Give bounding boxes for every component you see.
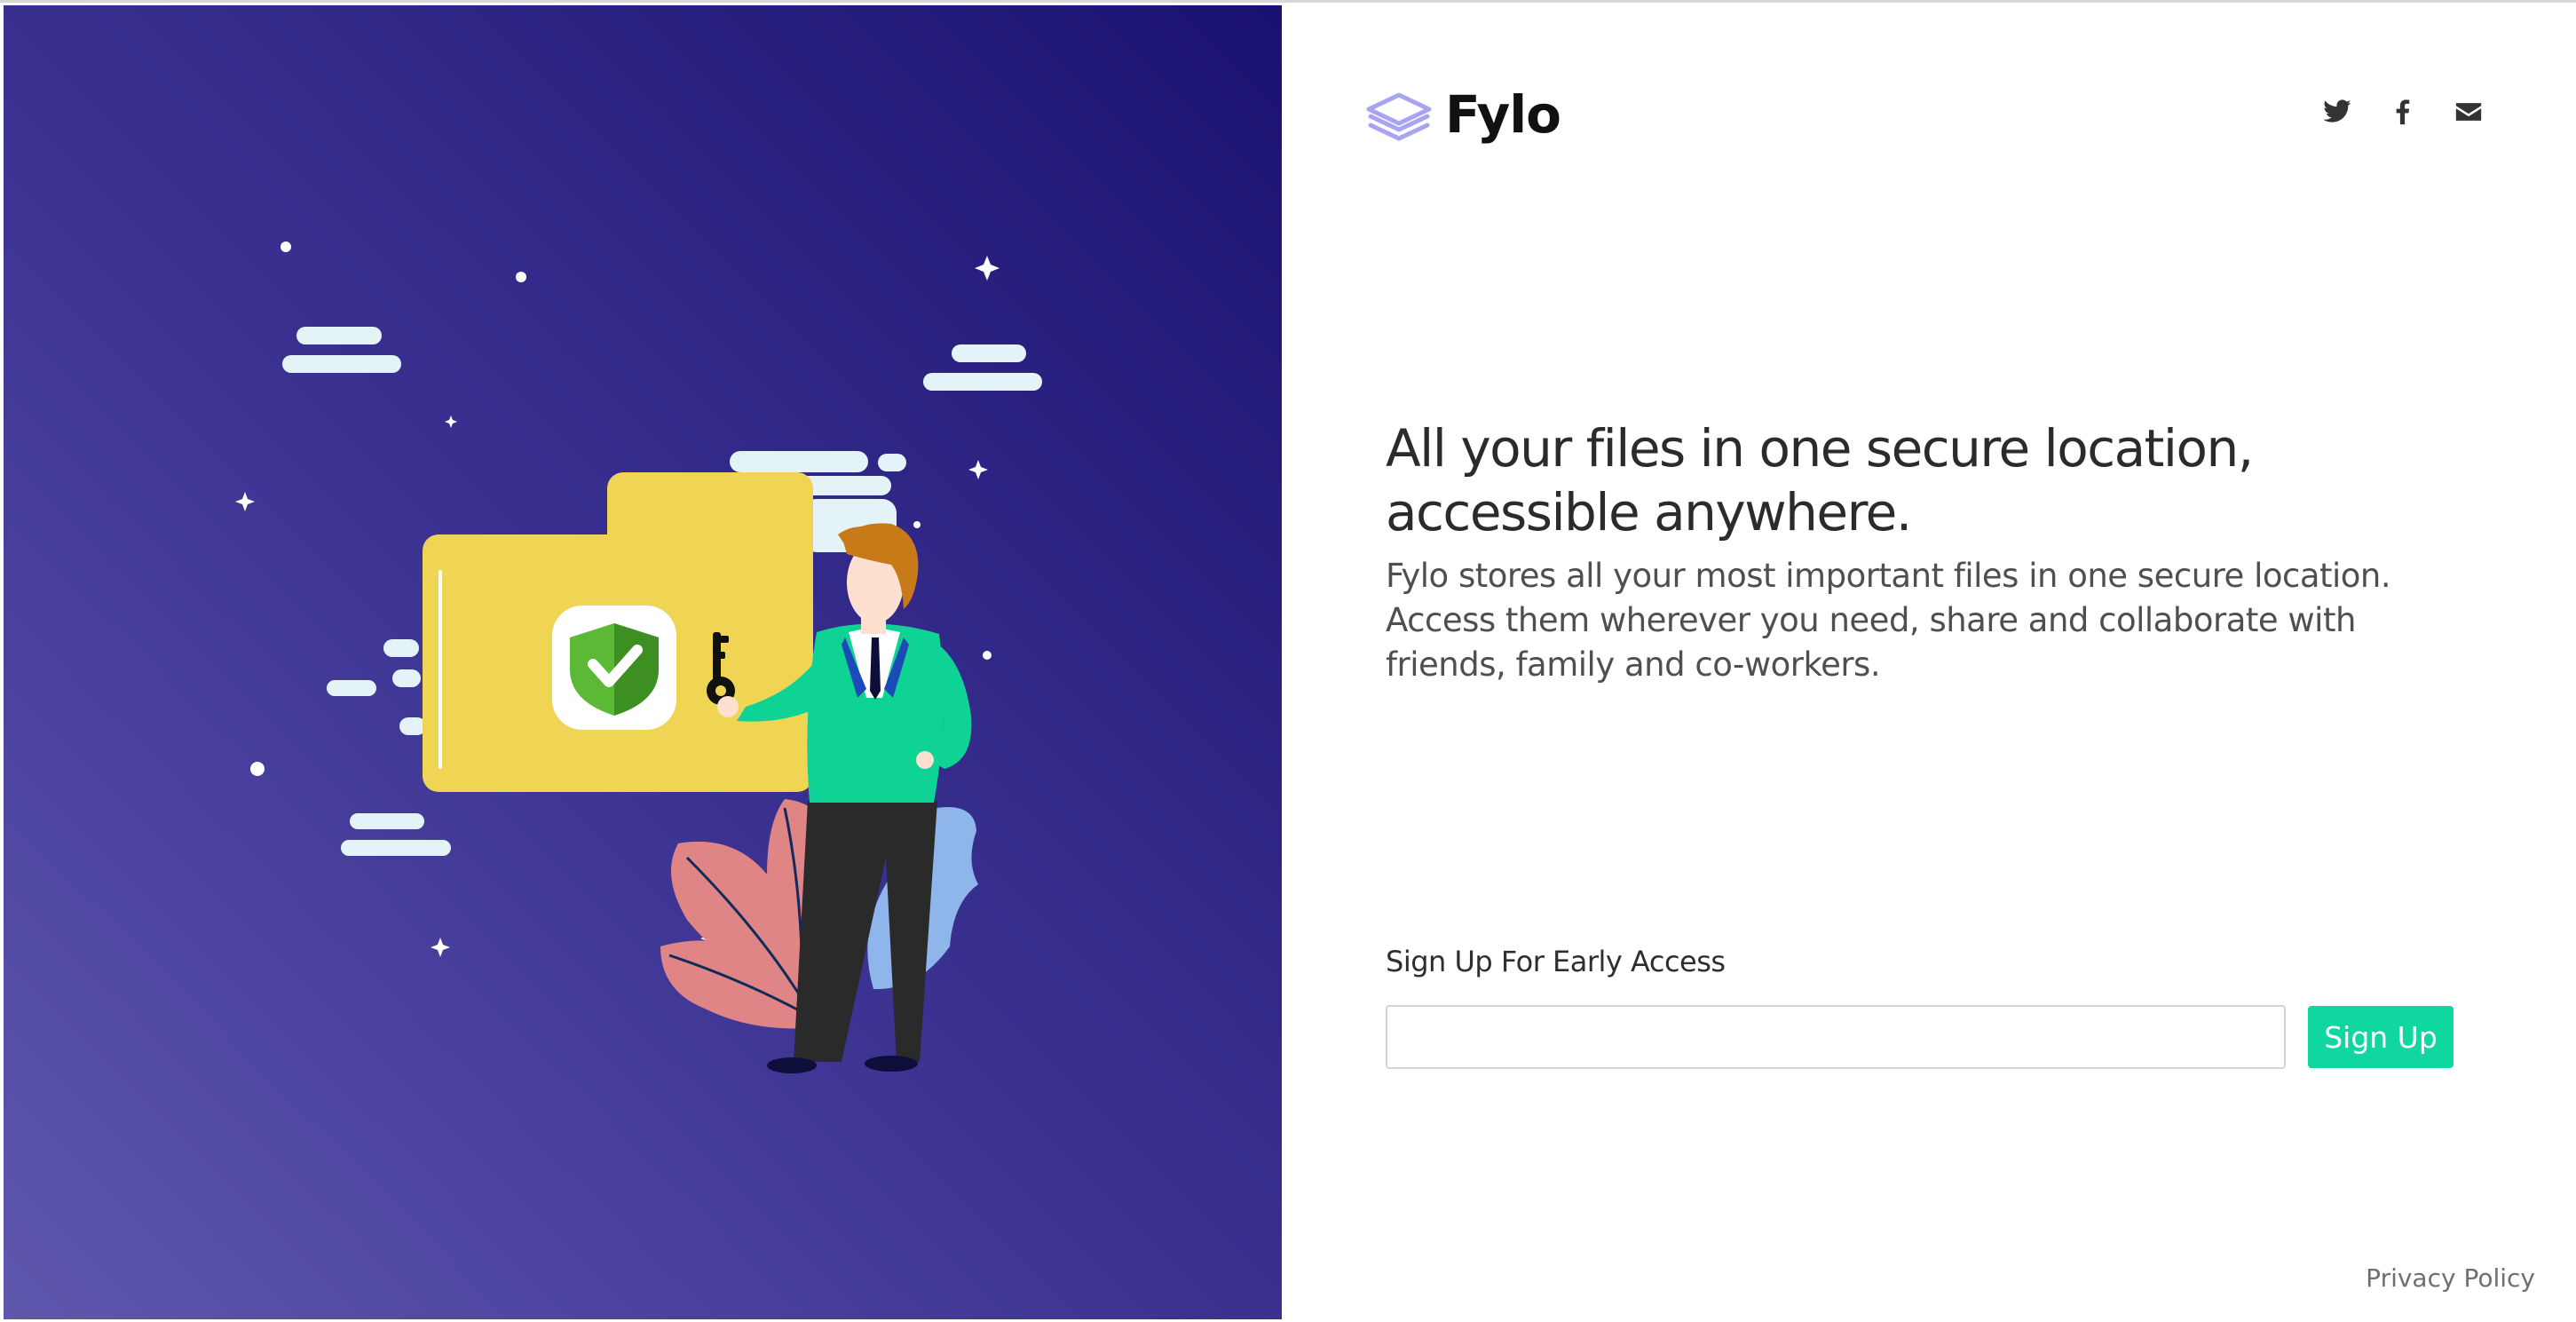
brand-logo[interactable]: Fylo <box>1363 83 1561 146</box>
email-input[interactable] <box>1386 1005 2286 1069</box>
social-links <box>2322 97 2484 127</box>
twitter-icon[interactable] <box>2322 97 2352 127</box>
hero-description: Fylo stores all your most important file… <box>1386 557 2391 684</box>
envelope-icon[interactable] <box>2454 97 2484 127</box>
brand-name: Fylo <box>1445 84 1561 145</box>
privacy-policy-link[interactable]: Privacy Policy <box>2366 1263 2535 1293</box>
facebook-icon[interactable] <box>2388 97 2418 127</box>
hero-illustration <box>235 241 1042 1073</box>
hero-illustration-panel <box>4 5 1282 1319</box>
signup-button[interactable]: Sign Up <box>2308 1006 2454 1068</box>
secure-folder <box>423 472 813 792</box>
hero-headline: All your files in one secure location, a… <box>1386 418 2254 542</box>
signup-label: Sign Up For Early Access <box>1386 945 1726 978</box>
content-panel: Fylo All your files in one secure locati… <box>1282 5 2576 1322</box>
landing-page: Fylo All your files in one secure locati… <box>0 0 2576 1322</box>
stacked-layers-icon <box>1366 92 1432 141</box>
